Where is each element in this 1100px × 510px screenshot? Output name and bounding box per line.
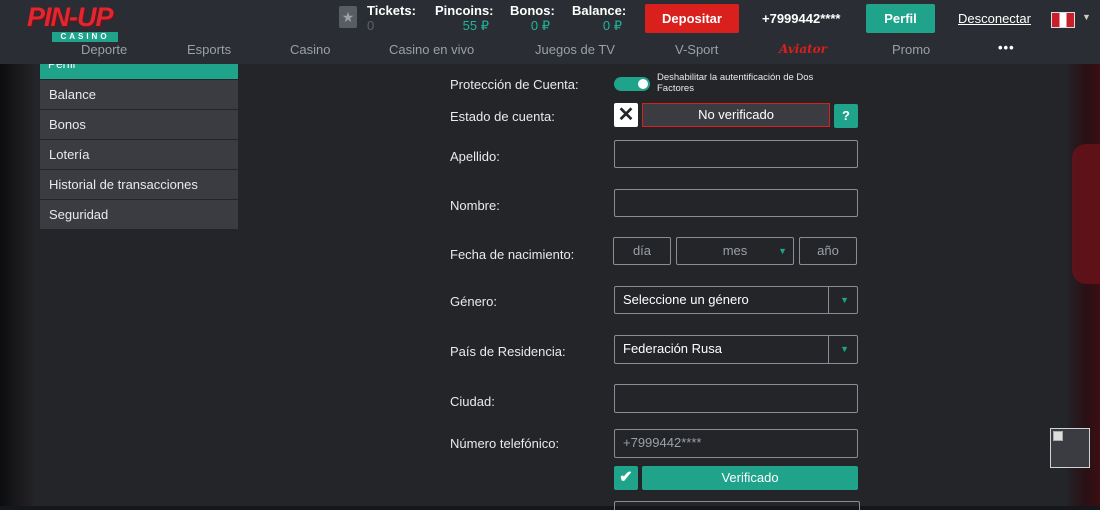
birth-year-input[interactable]: año (799, 237, 857, 265)
birth-month-placeholder: mes (722, 243, 748, 258)
phone-input[interactable]: +7999442**** (614, 429, 858, 458)
gender-label: Género: (450, 294, 497, 309)
chevron-down-icon: ▼ (840, 344, 849, 354)
chevron-down-icon: ▼ (840, 295, 849, 305)
gender-select-value: Seleccione un género (623, 292, 749, 307)
user-phone: +7999442**** (762, 11, 841, 26)
pinup-logo[interactable]: PIN-UP CASINO (27, 4, 121, 42)
sidebar-item-loteria[interactable]: Lotería (40, 140, 238, 169)
nav-item-deporte[interactable]: Deporte (81, 42, 127, 57)
phone-label: Número telefónico: (450, 436, 560, 451)
birth-month-select[interactable]: mes ▼ (676, 237, 794, 265)
help-button[interactable]: ? (834, 104, 858, 128)
nav-item-casino-en-vivo[interactable]: Casino en vivo (389, 42, 474, 57)
balance-label: Balance: (572, 3, 627, 18)
language-flag-icon[interactable] (1051, 12, 1075, 28)
verification-status-badge[interactable]: No verificado (642, 103, 830, 127)
main-nav: Deporte Esports Casino Casino en vivo Ju… (0, 38, 1100, 64)
gender-select[interactable]: Seleccione un género ▼ (614, 286, 858, 314)
balance-value: 0 ₽ (602, 18, 622, 33)
sidebar-item-seguridad[interactable]: Seguridad (40, 200, 238, 229)
bonos-label: Bonos: (510, 3, 555, 18)
deposit-button[interactable]: Depositar (645, 4, 739, 33)
name-input[interactable] (614, 189, 858, 217)
nav-item-esports[interactable]: Esports (187, 42, 231, 57)
two-factor-toggle[interactable] (614, 77, 650, 91)
nav-item-aviator[interactable]: Aviator (779, 42, 827, 56)
sidebar-item-historial[interactable]: Historial de transacciones (40, 170, 238, 199)
select-divider (828, 287, 829, 313)
nav-item-juegos-de-tv[interactable]: Juegos de TV (535, 42, 615, 57)
nav-item-promo[interactable]: Promo (892, 42, 930, 57)
checkmark-icon: ✔ (614, 466, 638, 490)
profile-button[interactable]: Perfil (866, 4, 935, 33)
country-label: País de Residencia: (450, 344, 566, 359)
sidebar-item-perfil[interactable]: Perfil (40, 64, 238, 79)
chevron-down-icon[interactable]: ▼ (1082, 12, 1091, 22)
sidebar-item-bonos[interactable]: Bonos (40, 110, 238, 139)
name-label: Nombre: (450, 198, 500, 213)
pincoins-value: 55 ₽ (462, 18, 489, 33)
tickets-stat: Tickets: 0 (367, 3, 416, 33)
two-factor-toggle-text: Deshabilitar la autentificación de Dos F… (657, 72, 814, 94)
logo-main-text: PIN-UP (27, 2, 114, 32)
top-header: PIN-UP CASINO ★ Tickets: 0 Pincoins: 55 … (0, 0, 1100, 64)
surname-label: Apellido: (450, 149, 500, 164)
pincoins-label: Pincoins: (435, 3, 494, 18)
surname-input[interactable] (614, 140, 858, 168)
balance-stat: Balance: 0 ₽ (572, 3, 626, 34)
select-divider (828, 336, 829, 363)
background-left-decoration (0, 64, 34, 506)
tickets-label: Tickets: (367, 3, 416, 18)
city-label: Ciudad: (450, 394, 495, 409)
country-select-value: Federación Rusa (623, 341, 722, 356)
bonos-value: 0 ₽ (530, 18, 550, 33)
broken-image-icon (1050, 428, 1090, 468)
star-icon[interactable]: ★ (339, 6, 357, 28)
birth-day-input[interactable]: día (613, 237, 671, 265)
city-input[interactable] (614, 384, 858, 413)
more-menu-icon[interactable]: ••• (998, 40, 1015, 55)
pincoins-stat: Pincoins: 55 ₽ (435, 3, 494, 34)
close-icon: ✕ (614, 103, 638, 127)
account-protection-label: Protección de Cuenta: (450, 77, 579, 92)
tickets-value: 0 (367, 18, 375, 33)
account-status-label: Estado de cuenta: (450, 109, 555, 124)
sidebar-item-balance[interactable]: Balance (40, 80, 238, 109)
bonos-stat: Bonos: 0 ₽ (510, 3, 555, 34)
logout-link[interactable]: Desconectar (958, 11, 1031, 26)
nav-item-v-sport[interactable]: V-Sport (675, 42, 718, 57)
nav-item-casino[interactable]: Casino (290, 42, 330, 57)
profile-sidebar: Perfil Balance Bonos Lotería Historial d… (40, 64, 238, 229)
country-select[interactable]: Federación Rusa ▼ (614, 335, 858, 364)
birthdate-label: Fecha de nacimiento: (450, 247, 575, 262)
phone-verified-button[interactable]: Verificado (642, 466, 858, 490)
chevron-down-icon: ▼ (778, 246, 787, 256)
